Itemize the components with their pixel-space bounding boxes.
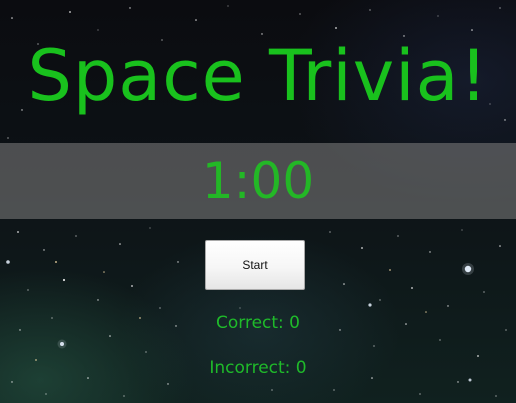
timer-panel: 1:00: [0, 143, 516, 219]
incorrect-count: Incorrect: 0: [209, 358, 307, 378]
game-title: Space Trivia!: [27, 35, 489, 117]
start-button[interactable]: Start: [205, 240, 305, 290]
correct-count: Correct: 0: [216, 313, 300, 333]
countdown-timer: 1:00: [201, 152, 315, 210]
